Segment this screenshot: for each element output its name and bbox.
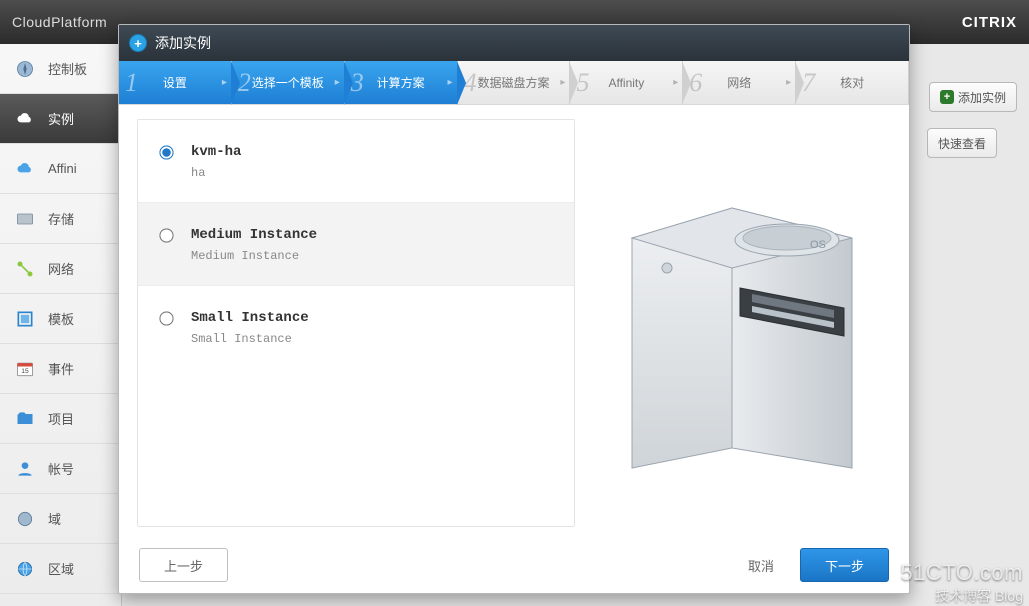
cloud-icon <box>12 108 38 130</box>
vendor-label: CITRIX <box>962 14 1017 31</box>
sidebar-item-label: 存储 <box>48 209 74 228</box>
step-template[interactable]: 2 选择一个模板 ▸ <box>232 61 345 104</box>
sidebar-item-storage[interactable]: 存储 <box>0 194 121 244</box>
sidebar-item-zones[interactable]: 区域 <box>0 544 121 594</box>
step-label: 核对 <box>840 74 864 91</box>
globe-icon <box>12 558 38 580</box>
quick-view-label: 快速查看 <box>938 135 986 152</box>
option-kvm-ha[interactable]: kvm-ha ha <box>138 120 574 203</box>
sidebar-item-accounts[interactable]: 帐号 <box>0 444 121 494</box>
modal-header: + 添加实例 <box>119 25 909 61</box>
option-title: Medium Instance <box>191 227 317 243</box>
step-label: 设置 <box>163 74 187 91</box>
option-radio[interactable] <box>159 311 173 325</box>
sidebar-item-label: 事件 <box>48 359 74 378</box>
sidebar-item-label: 模板 <box>48 309 74 328</box>
modal-footer: 上一步 取消 下一步 <box>119 537 909 593</box>
step-label: 计算方案 <box>377 74 425 91</box>
chevron-right-icon: ▸ <box>222 77 227 88</box>
option-sub: Medium Instance <box>191 249 317 263</box>
server-illustration: OS <box>593 119 891 527</box>
step-network[interactable]: 6 网络 ▸ <box>683 61 796 104</box>
step-review[interactable]: 7 核对 <box>796 61 909 104</box>
sidebar: 控制板 实例 Affini 存储 网络 模板 15 事件 <box>0 44 122 606</box>
step-affinity[interactable]: 5 Affinity ▸ <box>570 61 683 104</box>
chevron-right-icon: ▸ <box>448 77 453 88</box>
option-radio[interactable] <box>159 228 173 242</box>
sidebar-item-label: 域 <box>48 509 61 528</box>
cloud-up-icon <box>12 158 38 180</box>
option-radio[interactable] <box>159 145 173 159</box>
folder-icon <box>12 408 38 430</box>
modal-title: 添加实例 <box>155 33 211 53</box>
option-title: Small Instance <box>191 310 309 326</box>
sidebar-item-templates[interactable]: 模板 <box>0 294 121 344</box>
plus-circle-icon: + <box>129 34 147 52</box>
add-instance-button[interactable]: + 添加实例 <box>929 82 1017 112</box>
user-icon <box>12 458 38 480</box>
sidebar-item-events[interactable]: 15 事件 <box>0 344 121 394</box>
step-label: 选择一个模板 <box>252 74 324 91</box>
watermark: 51CTO.com 技术博客 Blog <box>900 560 1023 606</box>
option-sub: ha <box>191 166 241 180</box>
step-label: Affinity <box>608 76 644 90</box>
wizard-steps: 1 设置 ▸ 2 选择一个模板 ▸ 3 计算方案 ▸ 4 数据磁盘方案 ▸ 5 … <box>119 61 909 105</box>
disk-icon <box>12 208 38 230</box>
cancel-link[interactable]: 取消 <box>748 556 774 575</box>
sidebar-item-dashboard[interactable]: 控制板 <box>0 44 121 94</box>
chevron-right-icon: ▸ <box>673 77 678 88</box>
sidebar-item-projects[interactable]: 项目 <box>0 394 121 444</box>
sidebar-item-affinity[interactable]: Affini <box>0 144 121 194</box>
sidebar-item-label: 项目 <box>48 409 74 428</box>
compute-options: kvm-ha ha Medium Instance Medium Instanc… <box>137 119 575 527</box>
plus-icon: + <box>940 90 954 104</box>
svg-text:15: 15 <box>21 368 29 375</box>
option-title: kvm-ha <box>191 144 241 160</box>
sidebar-item-instances[interactable]: 实例 <box>0 94 121 144</box>
add-instance-modal: + 添加实例 1 设置 ▸ 2 选择一个模板 ▸ 3 计算方案 ▸ 4 数据磁盘… <box>118 24 910 594</box>
step-data-disk[interactable]: 4 数据磁盘方案 ▸ <box>458 61 571 104</box>
sidebar-item-label: 实例 <box>48 109 74 128</box>
network-icon <box>12 258 38 280</box>
brand-label: CloudPlatform <box>12 14 107 30</box>
step-label: 网络 <box>727 74 751 91</box>
sidebar-item-network[interactable]: 网络 <box>0 244 121 294</box>
sidebar-item-label: Affini <box>48 161 77 176</box>
chevron-right-icon: ▸ <box>335 77 340 88</box>
step-setup[interactable]: 1 设置 ▸ <box>119 61 232 104</box>
sidebar-item-label: 控制板 <box>48 59 87 78</box>
domain-icon <box>12 508 38 530</box>
quick-view-button[interactable]: 快速查看 <box>927 128 997 158</box>
compass-icon <box>12 58 38 80</box>
option-sub: Small Instance <box>191 332 309 346</box>
chevron-right-icon: ▸ <box>560 77 565 88</box>
sidebar-item-label: 帐号 <box>48 459 74 478</box>
watermark-line2: 技术博客 Blog <box>900 586 1023 606</box>
chevron-right-icon: ▸ <box>786 77 791 88</box>
option-medium-instance[interactable]: Medium Instance Medium Instance <box>138 203 574 286</box>
sidebar-item-domains[interactable]: 域 <box>0 494 121 544</box>
watermark-line1: 51CTO.com <box>900 560 1023 586</box>
template-icon <box>12 308 38 330</box>
svg-text:OS: OS <box>810 239 826 251</box>
calendar-icon: 15 <box>12 358 38 380</box>
step-compute[interactable]: 3 计算方案 ▸ <box>345 61 458 104</box>
sidebar-item-label: 网络 <box>48 259 74 278</box>
option-small-instance[interactable]: Small Instance Small Instance <box>138 286 574 368</box>
prev-button[interactable]: 上一步 <box>139 548 228 582</box>
next-button[interactable]: 下一步 <box>800 548 889 582</box>
step-label: 数据磁盘方案 <box>478 74 550 91</box>
add-instance-label: 添加实例 <box>958 89 1006 106</box>
server-tower-icon: OS <box>612 168 872 478</box>
sidebar-item-label: 区域 <box>48 559 74 578</box>
